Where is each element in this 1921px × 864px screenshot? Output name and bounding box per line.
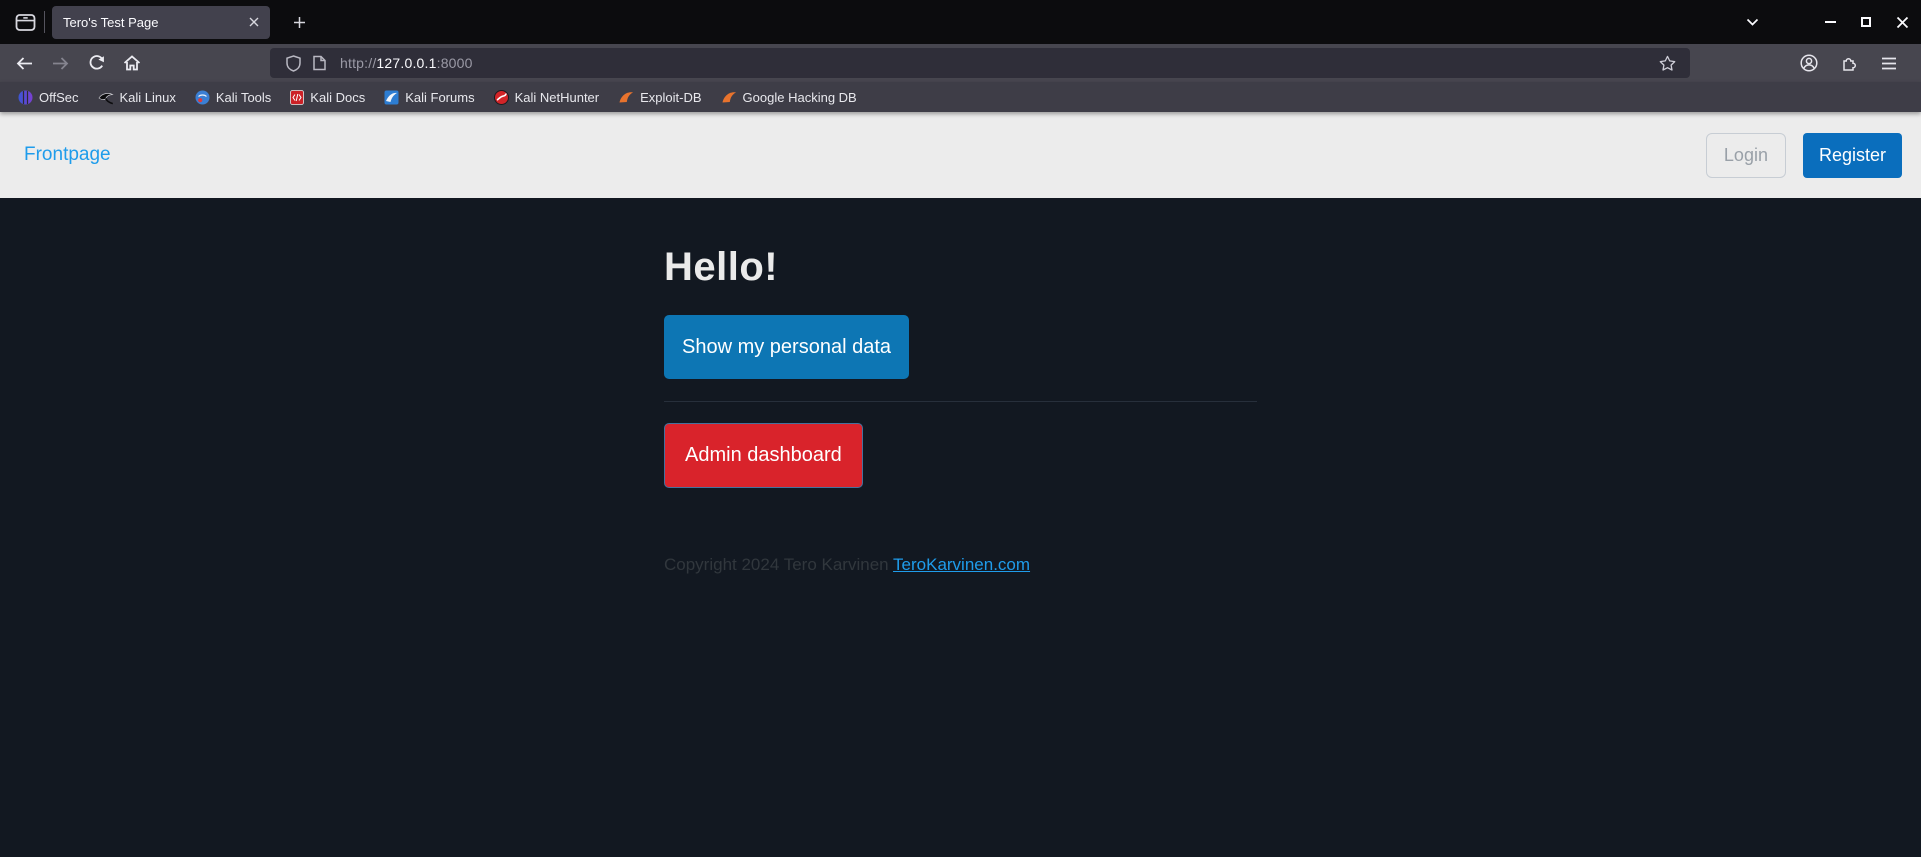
header-actions: Login Register	[1706, 133, 1902, 178]
bookmark-label: Kali Forums	[405, 90, 474, 105]
navigation-toolbar: http://127.0.0.1:8000	[0, 44, 1921, 82]
window-maximize-button[interactable]	[1851, 8, 1881, 36]
tracking-protection-button[interactable]	[280, 50, 306, 76]
hamburger-icon	[1881, 57, 1897, 70]
extensions-button[interactable]	[1833, 48, 1865, 78]
bookmark-offsec[interactable]: OffSec	[14, 87, 83, 108]
bookmark-label: Exploit-DB	[640, 90, 701, 105]
tab-title: Tero's Test Page	[63, 15, 244, 30]
kali-docs-icon	[290, 90, 304, 105]
new-tab-button[interactable]	[284, 7, 314, 37]
kali-tools-icon	[195, 90, 210, 105]
tab-teros-test-page[interactable]: Tero's Test Page	[52, 6, 270, 39]
close-icon	[1896, 16, 1909, 29]
menu-button[interactable]	[1873, 48, 1905, 78]
back-arrow-icon	[16, 56, 33, 71]
browser-window: Tero's Test Page	[0, 0, 1921, 864]
puzzle-piece-icon	[1840, 54, 1858, 72]
plus-icon	[293, 16, 306, 29]
copyright-text: Copyright 2024 Tero Karvinen	[664, 555, 889, 574]
url-scheme: http://	[340, 55, 376, 71]
bottom-white-strip	[0, 857, 1921, 864]
bookmark-kali-linux[interactable]: Kali Linux	[94, 87, 180, 108]
bookmark-kali-nethunter[interactable]: Kali NetHunter	[490, 87, 604, 108]
bookmark-label: Kali NetHunter	[515, 90, 600, 105]
chevron-down-icon	[1746, 18, 1759, 27]
bookmark-label: Kali Tools	[216, 90, 271, 105]
bookmark-label: Kali Linux	[120, 90, 176, 105]
frontpage-link[interactable]: Frontpage	[24, 144, 111, 166]
back-button[interactable]	[8, 48, 40, 78]
forward-button[interactable]	[44, 48, 76, 78]
window-close-button[interactable]	[1887, 8, 1917, 36]
page-info-button[interactable]	[306, 50, 332, 76]
reload-icon	[88, 55, 105, 71]
url-text: http://127.0.0.1:8000	[340, 55, 1654, 71]
home-icon	[123, 55, 141, 71]
tab-bar: Tero's Test Page	[0, 0, 1921, 44]
maximize-icon	[1861, 17, 1871, 27]
exploit-db-icon	[618, 90, 634, 104]
account-button[interactable]	[1793, 48, 1825, 78]
home-button[interactable]	[116, 48, 148, 78]
kali-nethunter-icon	[494, 90, 509, 105]
forward-arrow-icon	[52, 56, 69, 71]
reload-button[interactable]	[80, 48, 112, 78]
minimize-icon	[1825, 21, 1836, 23]
close-icon	[249, 17, 259, 27]
content-divider	[664, 401, 1257, 402]
bookmark-label: OffSec	[39, 90, 79, 105]
bookmark-label: Google Hacking DB	[743, 90, 857, 105]
bookmark-kali-docs[interactable]: Kali Docs	[286, 87, 369, 108]
login-button[interactable]: Login	[1706, 133, 1786, 178]
show-personal-data-button[interactable]: Show my personal data	[664, 315, 909, 379]
bookmark-kali-tools[interactable]: Kali Tools	[191, 87, 275, 108]
url-bar[interactable]: http://127.0.0.1:8000	[270, 48, 1690, 78]
page-icon	[313, 55, 326, 71]
star-icon	[1659, 55, 1676, 71]
url-port: :8000	[437, 55, 473, 71]
tabbar-divider	[44, 11, 45, 33]
bookmark-kali-forums[interactable]: Kali Forums	[380, 87, 478, 108]
list-all-tabs-button[interactable]	[1737, 7, 1767, 37]
admin-dashboard-button[interactable]: Admin dashboard	[664, 423, 863, 488]
bookmark-label: Kali Docs	[310, 90, 365, 105]
firefox-view-button[interactable]	[8, 7, 42, 37]
page-content: Hello! Show my personal data Admin dashb…	[0, 198, 1921, 857]
footer: Copyright 2024 Tero Karvinen TeroKarvine…	[664, 555, 1257, 575]
url-host: 127.0.0.1	[376, 55, 436, 71]
offsec-icon	[18, 90, 33, 105]
shield-icon	[286, 55, 301, 72]
site-header: Frontpage Login Register	[0, 112, 1921, 198]
kali-forums-icon	[384, 90, 399, 105]
page-heading: Hello!	[664, 245, 1257, 290]
bookmark-exploit-db[interactable]: Exploit-DB	[614, 87, 705, 108]
terokarvinen-link[interactable]: TeroKarvinen.com	[893, 555, 1030, 574]
register-button[interactable]: Register	[1803, 133, 1902, 178]
bookmark-google-hacking-db[interactable]: Google Hacking DB	[717, 87, 861, 108]
account-icon	[1800, 54, 1818, 72]
firefox-view-icon	[15, 13, 36, 32]
google-hacking-db-icon	[721, 90, 737, 104]
bookmarks-toolbar: OffSec Kali Linux Kali Tools	[0, 82, 1921, 112]
window-minimize-button[interactable]	[1815, 8, 1845, 36]
tab-close-button[interactable]	[244, 12, 264, 32]
toolbar-right-group	[1793, 48, 1913, 78]
content-container: Hello! Show my personal data Admin dashb…	[664, 245, 1257, 575]
bookmark-star-button[interactable]	[1654, 50, 1680, 76]
kali-dragon-icon	[98, 90, 114, 105]
